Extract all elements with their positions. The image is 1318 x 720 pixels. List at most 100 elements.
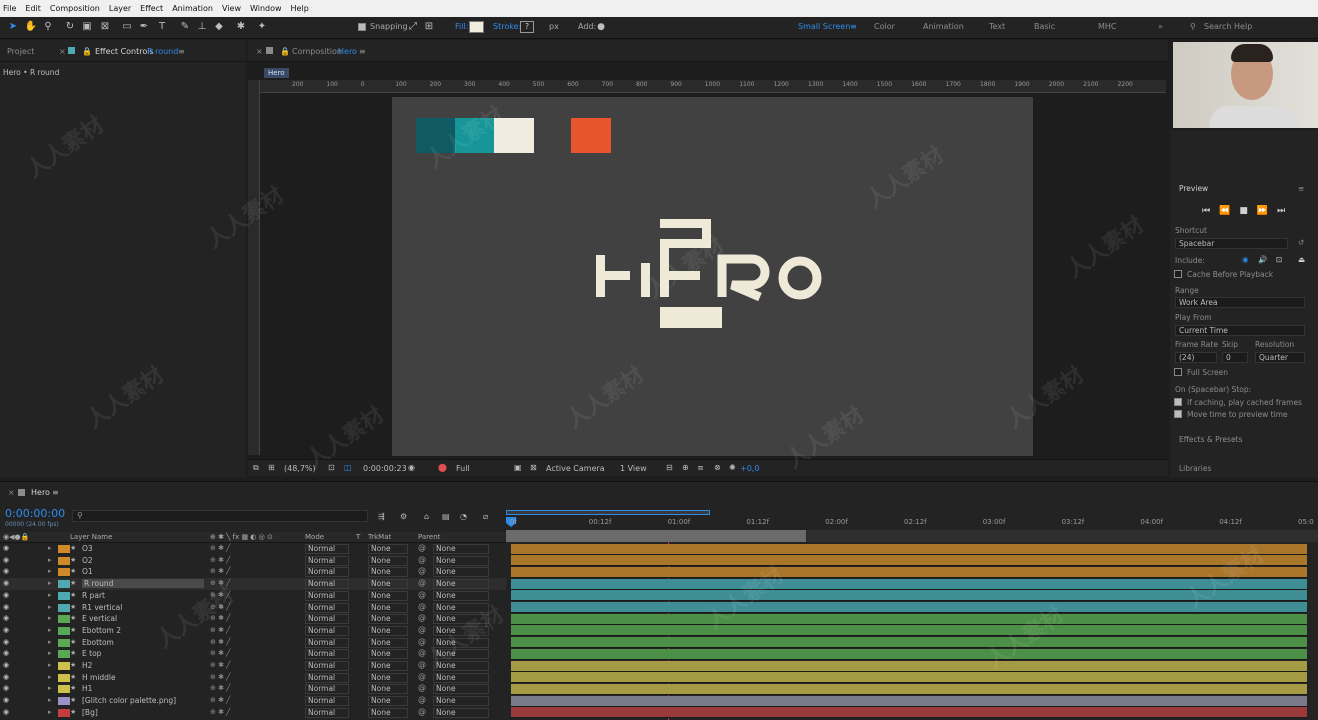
pickwhip-icon[interactable]: @ (418, 707, 426, 716)
label-color-swatch[interactable] (58, 615, 70, 624)
eye-icon[interactable]: ◉ (3, 614, 9, 622)
layer-switches-icon[interactable]: ⊕ ✱ ╱ (210, 696, 230, 704)
layer-name[interactable]: H middle (82, 673, 116, 682)
parent-dropdown[interactable]: None (433, 625, 489, 636)
eye-icon[interactable]: ◉ (3, 661, 9, 669)
flowchart-icon[interactable]: ⧈ (698, 463, 703, 473)
expand-arrow-icon[interactable]: ▸ (48, 661, 52, 669)
resolution-dropdown[interactable]: Full (456, 464, 470, 473)
col-t[interactable]: T (356, 533, 360, 541)
prev-frame-icon[interactable]: ⏪ (1219, 206, 1230, 216)
col-mode[interactable]: Mode (305, 533, 324, 541)
fill-swatch[interactable] (469, 21, 484, 33)
label-color-swatch[interactable] (58, 685, 70, 694)
label-color-swatch[interactable] (58, 556, 70, 565)
workspace-basic[interactable]: Basic (1034, 22, 1055, 31)
close-icon[interactable]: × (59, 47, 66, 56)
expand-arrow-icon[interactable]: ▸ (48, 649, 52, 657)
expand-arrow-icon[interactable]: ▸ (48, 696, 52, 704)
motion-blur-icon[interactable]: ◔ (460, 512, 467, 521)
layer-search-input[interactable]: ⚲ (72, 510, 368, 522)
exposure-icon[interactable]: ✺ (729, 463, 736, 472)
type-tool-icon[interactable]: T (155, 20, 169, 34)
clone-stamp-tool-icon[interactable]: ⊥ (195, 20, 209, 34)
parent-dropdown[interactable]: None (433, 567, 489, 578)
pickwhip-icon[interactable]: @ (418, 648, 426, 657)
trkmat-dropdown[interactable]: None (368, 555, 408, 566)
parent-dropdown[interactable]: None (433, 707, 489, 718)
timeline-menu-icon[interactable]: ≡ (52, 488, 59, 497)
preview-menu-icon[interactable]: ≡ (1298, 184, 1304, 193)
layer-name[interactable]: [Bg] (82, 708, 98, 717)
eye-icon[interactable]: ◉ (3, 684, 9, 692)
label-color-swatch[interactable] (58, 673, 70, 682)
timecode[interactable]: 0:00:00:00 (5, 507, 65, 520)
layer-duration-bar[interactable] (511, 543, 1307, 555)
overflow-icon[interactable]: » (1158, 22, 1163, 31)
transparency-grid-icon[interactable]: ⊠ (530, 463, 537, 472)
menu-window[interactable]: Window (250, 4, 282, 13)
layer-name[interactable]: R part (82, 591, 105, 600)
layer-duration-bar[interactable] (511, 683, 1307, 695)
blend-mode-dropdown[interactable]: Normal (305, 637, 349, 648)
workspace-color[interactable]: Color (874, 22, 895, 31)
last-frame-icon[interactable]: ⏭ (1277, 206, 1285, 216)
layer-row[interactable]: ◉ ▸ ★ R round ⊕ ✱ ╱ Normal None @ None (0, 578, 506, 591)
brush-tool-icon[interactable]: ✎ (178, 20, 192, 34)
layer-row[interactable]: ◉ ▸ ★ O3 ⊕ ✱ ╱ Normal None @ None (0, 543, 506, 555)
zoom-level[interactable]: (48,7%) (284, 464, 316, 473)
menu-file[interactable]: File (3, 4, 16, 13)
trkmat-dropdown[interactable]: None (368, 637, 408, 648)
layer-row[interactable]: ◉ ▸ ★ Ebottom ⊕ ✱ ╱ Normal None @ None (0, 637, 506, 649)
trkmat-dropdown[interactable]: None (368, 684, 408, 695)
layer-row[interactable]: ◉ ▸ ★ H middle ⊕ ✱ ╱ Normal None @ None (0, 672, 506, 684)
layer-switches-icon[interactable]: ⊕ ✱ ╱ (210, 684, 230, 692)
trkmat-dropdown[interactable]: None (368, 590, 408, 601)
blend-mode-dropdown[interactable]: Normal (305, 544, 349, 554)
eye-icon[interactable]: ◉ (3, 591, 9, 599)
range-dropdown[interactable]: Work Area (1175, 297, 1305, 308)
skip-field[interactable]: 0 (1222, 352, 1248, 363)
workspace-text[interactable]: Text (989, 22, 1005, 31)
workspace-menu-icon[interactable]: ≡ (850, 22, 857, 31)
trkmat-dropdown[interactable]: None (368, 672, 408, 683)
graph-editor-icon[interactable]: ⧄ (483, 512, 488, 522)
label-color-swatch[interactable] (58, 662, 70, 670)
toggle-pixel-icon[interactable]: ⊟ (666, 463, 673, 472)
menu-view[interactable]: View (222, 4, 241, 13)
roi-icon[interactable]: ▣ (514, 463, 522, 472)
stop-icon[interactable]: ■ (1239, 206, 1248, 216)
blend-mode-dropdown[interactable]: Normal (305, 684, 349, 695)
layer-name[interactable]: E vertical (82, 614, 117, 623)
menu-composition[interactable]: Composition (50, 4, 100, 13)
eraser-tool-icon[interactable]: ◆ (212, 20, 226, 34)
snap-options-icon[interactable]: ⊞ (422, 20, 436, 34)
layer-switches-icon[interactable]: ⊕ ✱ ╱ (210, 708, 230, 716)
label-color-swatch[interactable] (58, 638, 70, 647)
pickwhip-icon[interactable]: @ (418, 613, 426, 622)
eye-icon[interactable]: ◉ (3, 603, 9, 611)
layer-switches-icon[interactable]: ⊕ ✱ ╱ (210, 626, 230, 634)
parent-dropdown[interactable]: None (433, 637, 489, 648)
label-color-swatch[interactable] (58, 568, 70, 577)
fast-preview-icon[interactable]: ⊕ (682, 463, 689, 472)
blend-mode-dropdown[interactable]: Normal (305, 579, 349, 590)
label-color-swatch[interactable] (58, 603, 70, 612)
parent-dropdown[interactable]: None (433, 579, 489, 590)
panel-menu-icon[interactable]: ≡ (178, 47, 185, 56)
blend-mode-dropdown[interactable]: Normal (305, 672, 349, 683)
layer-row[interactable]: ◉ ▸ ★ R part ⊕ ✱ ╱ Normal None @ None (0, 590, 506, 602)
cache-checkbox[interactable] (1174, 270, 1182, 278)
transparency-icon[interactable]: ◫ (344, 463, 352, 472)
layer-switches-icon[interactable]: ⊕ ✱ ╱ (210, 579, 230, 587)
lock-icon[interactable]: 🔒 (82, 47, 92, 56)
trkmat-dropdown[interactable]: None (368, 579, 408, 590)
search-help-field[interactable]: Search Help (1204, 22, 1252, 31)
menu-layer[interactable]: Layer (109, 4, 131, 13)
pickwhip-icon[interactable]: @ (418, 602, 426, 611)
label-color-swatch[interactable] (58, 580, 70, 589)
snap-icon[interactable]: ⤢ (406, 20, 420, 34)
layer-name[interactable]: [Glitch color palette.png] (82, 696, 176, 705)
shy-icon[interactable]: ⌂ (424, 512, 429, 521)
include-overlays-icon[interactable]: ⊡ (1276, 255, 1282, 264)
